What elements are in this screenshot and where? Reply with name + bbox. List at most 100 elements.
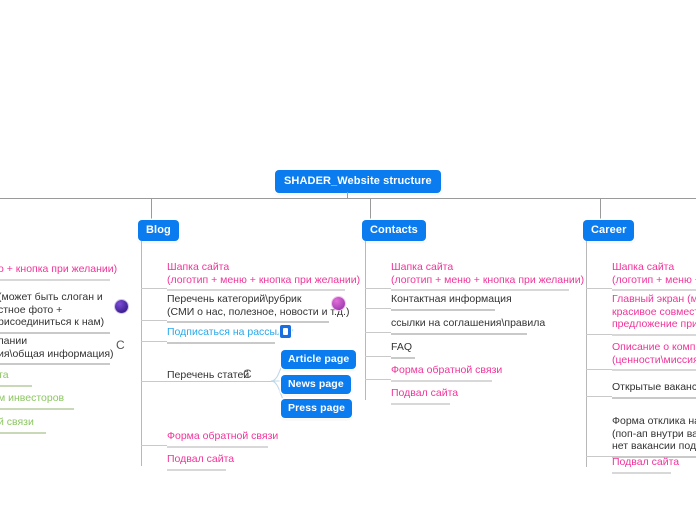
topic-underline xyxy=(0,431,46,434)
topic-underline xyxy=(0,384,32,387)
topic-connector xyxy=(365,288,391,289)
topic-row[interactable]: Главный экран (мож красивое совместно пр… xyxy=(612,293,696,336)
topic-row[interactable]: Подвал сайта xyxy=(167,453,235,471)
topic-connector xyxy=(141,445,167,446)
topic-connector xyxy=(586,369,612,370)
topic-connector xyxy=(365,356,391,357)
topic-row[interactable]: (может быть слоган и стное фото + рисоед… xyxy=(0,291,110,334)
root-node[interactable]: SHADER_Website structure xyxy=(275,170,441,193)
topic-line: (логотип + меню + кнопка при желании) xyxy=(391,273,585,286)
topic-underline xyxy=(167,321,329,324)
topic-underline xyxy=(391,356,415,359)
topic-underline xyxy=(0,331,110,334)
topic-connector xyxy=(141,288,167,289)
topic-row[interactable]: Перечень категорий\рубрик (СМИ о нас, по… xyxy=(167,293,349,324)
topic-line: Форма обратной связи xyxy=(391,364,503,376)
branch-node-contacts[interactable]: Contacts xyxy=(362,220,426,241)
topic-underline xyxy=(391,332,527,335)
topic-underline xyxy=(612,396,696,399)
topic-line: Подписаться на рассылку xyxy=(167,326,294,338)
topic-row[interactable]: Подписаться на рассылку xyxy=(167,326,294,344)
topic-row[interactable]: о + кнопка при желании) xyxy=(0,263,118,281)
mindmap-canvas: SHADER_Website structure о + кнопка при … xyxy=(0,0,696,520)
topic-line: FAQ xyxy=(391,341,413,353)
topic-underline xyxy=(167,468,226,471)
topic-line: Шапка сайта xyxy=(167,261,230,273)
topic-line: (может быть слоган и xyxy=(0,291,103,303)
topic-connector xyxy=(586,396,612,397)
topic-line: (поп-ап внутри вака xyxy=(612,427,696,440)
topic-row[interactable]: Открытые вакансии xyxy=(612,381,696,399)
branch-rail-career xyxy=(586,241,587,467)
topic-connector xyxy=(141,341,167,342)
topic-row[interactable]: Описание о компани (ценности\миссия\о xyxy=(612,341,696,372)
topic-underline xyxy=(0,363,110,366)
topic-row[interactable]: Перечень статей xyxy=(167,369,250,382)
topic-line: ия\общая информация) xyxy=(0,347,114,360)
topic-line: о + кнопка при желании) xyxy=(0,263,118,275)
topic-connector xyxy=(365,332,391,333)
topic-line: стное фото + xyxy=(0,303,63,316)
topic-underline xyxy=(0,407,74,410)
leaf-node-press-page[interactable]: Press page xyxy=(281,399,353,418)
topic-row[interactable]: Подвал сайта xyxy=(612,456,680,474)
branch-rail-contacts xyxy=(365,241,366,400)
topic-underline xyxy=(0,278,110,281)
topic-underline xyxy=(391,379,492,382)
topic-row[interactable]: Форма отклика на в (поп-ап внутри вака н… xyxy=(612,415,696,458)
topic-connector xyxy=(586,456,612,457)
topic-line: рисоединиться к нам) xyxy=(0,316,105,329)
topic-row[interactable]: Подвал сайта xyxy=(391,387,459,405)
topic-row[interactable]: Форма обратной связи xyxy=(167,430,279,448)
collapse-marker-icon[interactable]: C xyxy=(243,367,252,381)
topic-line: красивое совместно xyxy=(612,305,696,318)
topic-line: Форма обратной связи xyxy=(167,430,279,442)
topic-connector xyxy=(141,320,167,321)
topic-row[interactable]: та xyxy=(0,369,32,387)
topic-underline xyxy=(612,471,671,474)
topic-underline xyxy=(391,402,450,405)
count-badge-icon[interactable] xyxy=(332,297,345,310)
priority-badge-icon[interactable] xyxy=(115,300,128,313)
topic-line: Перечень статей xyxy=(167,369,250,381)
topic-row[interactable]: Шапка сайта (логотип + меню + к xyxy=(612,261,696,292)
topic-line: Подвал сайта xyxy=(612,456,680,468)
leaf-node-news-page[interactable]: News page xyxy=(281,375,351,394)
topic-row[interactable]: FAQ xyxy=(391,341,415,359)
leaf-node-article-page[interactable]: Article page xyxy=(281,350,357,369)
topic-line: Шапка сайта xyxy=(612,261,675,273)
topic-underline xyxy=(167,289,345,292)
topic-underline xyxy=(612,333,696,336)
note-icon[interactable] xyxy=(280,325,291,338)
topic-row[interactable]: Шапка сайта (логотип + меню + кнопка при… xyxy=(391,261,585,292)
collapse-marker-icon[interactable]: C xyxy=(116,338,125,352)
topic-underline xyxy=(391,308,495,311)
topic-row[interactable]: пании ия\общая информация) xyxy=(0,335,114,366)
drop-blog xyxy=(151,198,152,220)
topic-underline xyxy=(612,369,696,372)
topic-row[interactable]: Шапка сайта (логотип + меню + кнопка при… xyxy=(167,261,360,292)
topic-connector xyxy=(365,379,391,380)
topic-connector xyxy=(141,381,275,382)
topic-line: пании xyxy=(0,335,28,347)
topic-underline xyxy=(391,289,569,292)
topic-line: нет вакансии подхо xyxy=(612,440,696,453)
drop-career xyxy=(600,198,601,220)
topic-line: (логотип + меню + к xyxy=(612,273,696,286)
topic-line: Описание о компани xyxy=(612,341,696,353)
topic-line: Подвал сайта xyxy=(167,453,235,465)
main-rail xyxy=(0,198,696,199)
branch-node-career[interactable]: Career xyxy=(583,220,635,241)
branch-rail-blog xyxy=(141,241,142,466)
topic-row[interactable]: Контактная информация xyxy=(391,293,512,311)
topic-row[interactable]: м инвесторов xyxy=(0,392,74,410)
topic-line: Подвал сайта xyxy=(391,387,459,399)
topic-line: Перечень категорий\рубрик xyxy=(167,293,302,305)
topic-line: й связи xyxy=(0,416,34,428)
topic-connector xyxy=(586,288,612,289)
topic-row[interactable]: ссылки на соглашения\правила xyxy=(391,317,545,335)
topic-row[interactable]: Форма обратной связи xyxy=(391,364,503,382)
drop-contacts xyxy=(370,198,371,220)
topic-row[interactable]: й связи xyxy=(0,416,46,434)
branch-node-blog[interactable]: Blog xyxy=(138,220,179,241)
